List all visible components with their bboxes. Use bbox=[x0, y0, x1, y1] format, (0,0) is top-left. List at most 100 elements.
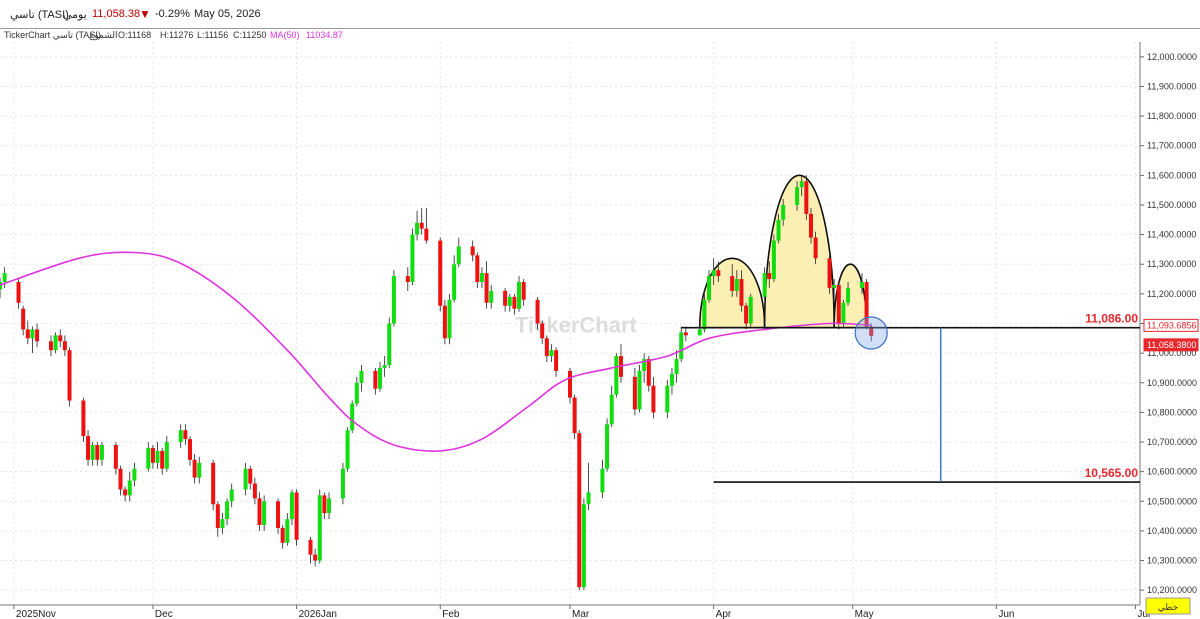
candle-body bbox=[702, 299, 707, 330]
x-tick-label: Dec bbox=[155, 609, 173, 619]
candle bbox=[836, 282, 841, 330]
candle-body bbox=[197, 462, 202, 478]
candle-body bbox=[808, 213, 813, 238]
candle-body bbox=[257, 498, 262, 525]
candle-body bbox=[503, 290, 508, 306]
candle-body bbox=[160, 450, 165, 469]
candle-body bbox=[730, 276, 735, 291]
candle-body bbox=[804, 181, 809, 214]
candle-body bbox=[679, 332, 684, 360]
candle-body bbox=[354, 382, 359, 404]
candle-body bbox=[734, 279, 739, 291]
candle-body bbox=[252, 483, 257, 499]
candle bbox=[442, 299, 447, 345]
candle-body bbox=[674, 359, 679, 374]
candle-body bbox=[521, 282, 526, 300]
candle-body bbox=[317, 495, 322, 561]
candle-body bbox=[350, 403, 355, 431]
line-mode-label: خطي bbox=[1158, 602, 1178, 612]
candle-body bbox=[95, 444, 100, 460]
candle-body bbox=[646, 359, 651, 386]
candle-body bbox=[285, 519, 290, 543]
candle bbox=[53, 332, 58, 354]
candle-body bbox=[447, 299, 452, 339]
candle-body bbox=[183, 430, 188, 440]
candle-body bbox=[841, 302, 846, 324]
candle-body bbox=[683, 332, 688, 336]
y-tick-label: 12,000.0000 bbox=[1147, 52, 1197, 62]
candle-body bbox=[225, 501, 230, 520]
candle-body bbox=[771, 240, 776, 280]
candle-body bbox=[215, 504, 220, 528]
candle-body bbox=[99, 444, 104, 460]
candle-body bbox=[568, 370, 572, 398]
candle-body bbox=[442, 305, 447, 339]
candle-body bbox=[16, 282, 21, 303]
y-tick-label: 11,800.0000 bbox=[1147, 111, 1196, 121]
candle-body bbox=[262, 501, 267, 525]
y-tick-label: 11,300.0000 bbox=[1147, 259, 1196, 269]
candle-body bbox=[517, 282, 522, 309]
candle bbox=[345, 427, 350, 472]
candle bbox=[771, 234, 776, 283]
y-tick-label: 10,800.0000 bbox=[1147, 407, 1197, 417]
candle-body bbox=[276, 501, 281, 528]
candle-body bbox=[572, 397, 577, 434]
candle bbox=[637, 364, 642, 413]
candle-body bbox=[470, 246, 475, 256]
candle-body bbox=[53, 335, 58, 351]
candle-body bbox=[391, 276, 396, 324]
candle-body bbox=[58, 335, 63, 342]
candle-body bbox=[827, 258, 832, 288]
candle-body bbox=[289, 492, 294, 520]
candle-body bbox=[345, 430, 350, 469]
target-label: 10,565.00 bbox=[1085, 466, 1139, 480]
candle-body bbox=[387, 323, 392, 365]
candle-body bbox=[2, 273, 7, 283]
candle-body bbox=[86, 436, 91, 460]
candle-body bbox=[243, 468, 248, 490]
candle-body bbox=[30, 329, 35, 339]
candle-body bbox=[118, 468, 123, 490]
candle-body bbox=[419, 222, 424, 229]
candle-body bbox=[846, 287, 851, 303]
candle-body bbox=[475, 255, 480, 283]
y-tick-label: 11,200.0000 bbox=[1147, 289, 1196, 299]
candle-body bbox=[378, 367, 382, 389]
price-chart[interactable]: 10,200.0000 10,300.0000 10,400.0000 10,500.… bbox=[0, 0, 1200, 619]
y-tick-label: 10,300.0000 bbox=[1147, 556, 1197, 566]
candle-body bbox=[836, 284, 841, 324]
candle-body bbox=[859, 282, 864, 288]
watermark-text: TickerChart bbox=[515, 312, 638, 337]
candle bbox=[294, 489, 299, 546]
candle-body bbox=[178, 430, 183, 443]
candle-body bbox=[781, 204, 786, 220]
candle-body bbox=[340, 468, 345, 499]
candle-body bbox=[669, 373, 674, 386]
y-tick-label: 11,700.0000 bbox=[1147, 141, 1196, 151]
candle-body bbox=[373, 370, 378, 389]
candle bbox=[614, 353, 619, 398]
y-tick-label: 10,700.0000 bbox=[1147, 437, 1197, 447]
candle-body bbox=[697, 329, 702, 336]
candle bbox=[317, 489, 322, 564]
candle-body bbox=[127, 480, 132, 496]
candle-body bbox=[424, 228, 429, 241]
y-tick-label: 10,400.0000 bbox=[1147, 526, 1197, 536]
candle-body bbox=[609, 394, 614, 425]
candle-body bbox=[512, 296, 517, 309]
x-tick-label: May bbox=[855, 609, 874, 619]
candle-body bbox=[581, 504, 586, 588]
candle-body bbox=[48, 341, 53, 351]
breakdown-marker bbox=[854, 316, 888, 350]
candle bbox=[577, 430, 582, 591]
candle-body bbox=[123, 489, 128, 496]
candle-body bbox=[248, 468, 253, 484]
candle bbox=[410, 228, 415, 285]
candle-body bbox=[507, 296, 512, 306]
candle-body bbox=[410, 234, 415, 283]
candle-body bbox=[132, 468, 137, 481]
candle-body bbox=[452, 264, 457, 300]
candle-body bbox=[739, 279, 744, 306]
candle-body bbox=[605, 424, 610, 469]
